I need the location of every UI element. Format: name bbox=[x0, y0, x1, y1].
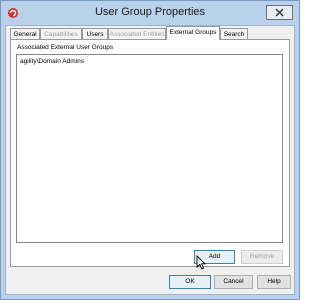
external-groups-list[interactable]: agility\Domain Admins bbox=[16, 54, 283, 243]
associated-groups-label: Associated External User Groups bbox=[17, 44, 114, 51]
remove-button[interactable]: Remove bbox=[241, 250, 283, 264]
tab-users[interactable]: Users bbox=[82, 28, 108, 39]
title-bar[interactable]: User Group Properties bbox=[1, 1, 299, 25]
help-button[interactable]: Help bbox=[257, 275, 291, 289]
tab-search[interactable]: Search bbox=[220, 28, 248, 39]
tab-external-groups[interactable]: External Groups bbox=[166, 26, 220, 40]
close-button[interactable] bbox=[266, 5, 293, 20]
app-icon bbox=[8, 8, 18, 18]
cancel-button[interactable]: Cancel bbox=[214, 275, 253, 289]
tab-general[interactable]: General bbox=[10, 28, 40, 39]
ok-button[interactable]: OK bbox=[169, 275, 211, 289]
tab-capabilities[interactable]: Capabilities bbox=[40, 28, 82, 39]
dialog-client-area: General Capabilities Users Associated En… bbox=[5, 25, 295, 295]
close-icon bbox=[275, 8, 284, 17]
window-title: User Group Properties bbox=[94, 6, 206, 18]
external-groups-panel: Associated External User Groups agility\… bbox=[10, 39, 290, 267]
dialog-window: User Group Properties General Capabiliti… bbox=[0, 0, 300, 300]
list-item[interactable]: agility\Domain Admins bbox=[20, 58, 84, 65]
mouse-pointer-icon bbox=[196, 255, 206, 270]
tab-associated-entities[interactable]: Associated Entities bbox=[108, 28, 166, 39]
